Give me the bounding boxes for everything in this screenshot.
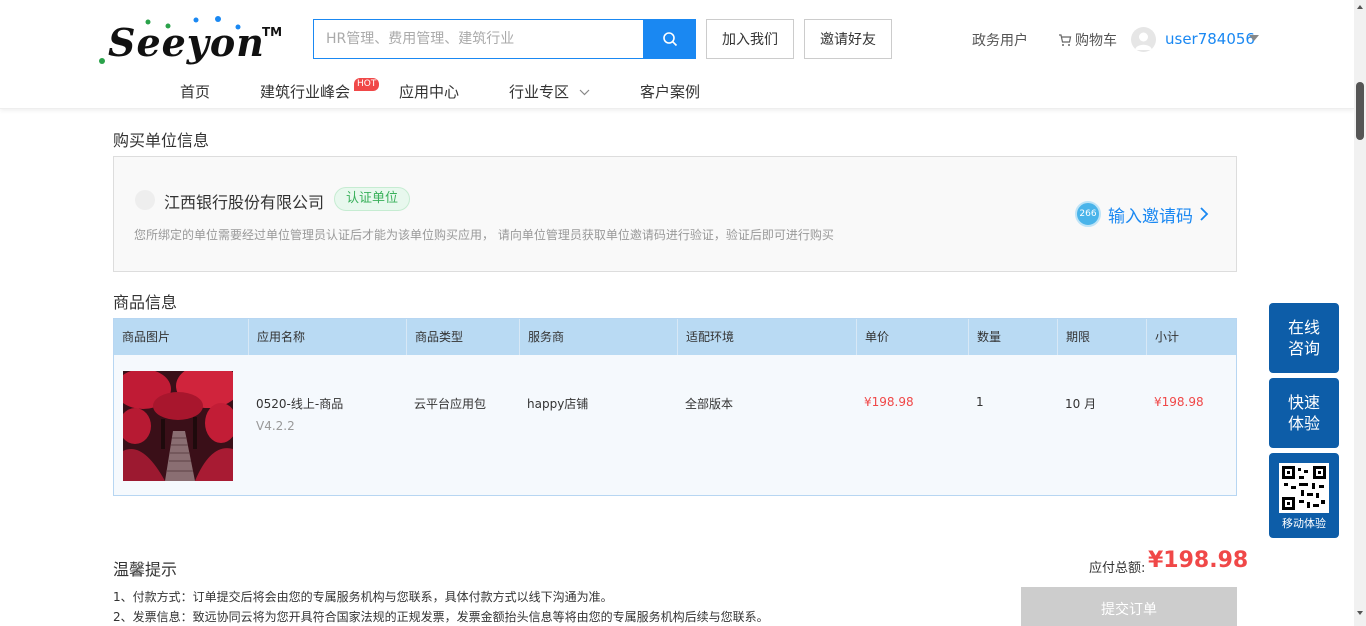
- table-header: 商品图片 应用名称 商品类型 服务商 适配环境 单价 数量 期限 小计: [114, 319, 1236, 355]
- nav-app-center[interactable]: 应用中心: [399, 81, 459, 102]
- user-avatar[interactable]: [1131, 27, 1156, 52]
- product-version: V4.2.2: [256, 419, 295, 433]
- column-header: 服务商: [520, 319, 678, 355]
- invite-friends-button[interactable]: 邀请好友: [804, 19, 892, 59]
- invite-code-label: 输入邀请码: [1108, 206, 1193, 227]
- seeyon-logo[interactable]: Seeyon TM: [98, 14, 283, 66]
- username-link[interactable]: user784056: [1165, 30, 1255, 48]
- search-input[interactable]: [314, 20, 644, 58]
- enter-invite-code-link[interactable]: 266 输入邀请码: [1075, 201, 1209, 227]
- column-header: 期限: [1058, 319, 1147, 355]
- company-name: 江西银行股份有限公司: [164, 193, 325, 212]
- product-image[interactable]: [123, 371, 233, 481]
- column-header: 应用名称: [249, 319, 407, 355]
- column-header: 适配环境: [678, 319, 857, 355]
- company-note: 您所绑定的单位需要经过单位管理员认证后才能为该单位购买应用， 请向单位管理员获取…: [134, 228, 834, 242]
- tip-line: 1、付款方式：订单提交后将会由您的专属服务机构与您联系，具体付款方式以线下沟通为…: [113, 590, 613, 604]
- join-us-button[interactable]: 加入我们: [706, 19, 794, 59]
- submit-order-button[interactable]: 提交订单: [1021, 587, 1237, 626]
- site-header: Seeyon TM 加入我们 邀请好友 政务用户 购物车: [0, 0, 1354, 109]
- cart-icon: [1059, 34, 1072, 46]
- online-consult-label: 在线咨询: [1287, 318, 1320, 358]
- total-value: ¥198.98: [1148, 548, 1249, 573]
- scrollbar-thumb[interactable]: [1356, 82, 1364, 140]
- nav-construction-summit[interactable]: 建筑行业峰会: [260, 81, 350, 102]
- product-quantity: 1: [976, 395, 984, 409]
- online-consult-button[interactable]: 在线咨询: [1269, 303, 1339, 373]
- quick-trial-button[interactable]: 快速体验: [1269, 378, 1339, 448]
- product-name-cell: 0520-线上-商品 V4.2.2: [256, 395, 343, 433]
- mobile-trial-label: 移动体验: [1282, 516, 1326, 530]
- company-logo: [135, 190, 155, 210]
- product-name[interactable]: 0520-线上-商品: [256, 395, 343, 412]
- product-section-title: 商品信息: [113, 293, 178, 312]
- company-card: 江西银行股份有限公司 认证单位 您所绑定的单位需要经过单位管理员认证后才能为该单…: [113, 156, 1237, 272]
- total-label: 应付总额:: [1089, 561, 1146, 576]
- caret-down-icon[interactable]: [1249, 35, 1259, 42]
- cart-label: 购物车: [1075, 33, 1117, 49]
- column-header: 单价: [857, 319, 969, 355]
- scroll-down-arrow-icon[interactable]: [1354, 606, 1366, 620]
- column-header: 数量: [969, 319, 1058, 355]
- certified-badge: 认证单位: [334, 187, 411, 211]
- logo-wordmark: Seeyon: [108, 20, 265, 65]
- order-page: Seeyon TM 加入我们 邀请好友 政务用户 购物车: [0, 0, 1366, 626]
- mobile-trial-button[interactable]: 移动体验: [1269, 453, 1339, 538]
- product-type: 云平台应用包: [414, 397, 487, 411]
- column-header: 小计: [1155, 330, 1180, 344]
- tip-line: 2、发票信息：致远协同云将为您开具符合国家法规的正规发票，发票金额抬头信息等将由…: [113, 610, 769, 624]
- qr-code-icon: [1279, 462, 1329, 513]
- product-table: 商品图片 应用名称 商品类型 服务商 适配环境 单价 数量 期限 小计 0520…: [113, 318, 1237, 496]
- product-vendor: happy店铺: [527, 397, 589, 411]
- product-subtotal: ¥198.98: [1154, 395, 1204, 409]
- gov-user-link[interactable]: 政务用户: [972, 30, 1028, 50]
- product-term: 10 月: [1065, 397, 1097, 411]
- column-header: 商品类型: [407, 319, 520, 355]
- nav-industry-zone[interactable]: 行业专区: [509, 81, 569, 102]
- nav-home[interactable]: 首页: [180, 81, 210, 102]
- search-button[interactable]: [643, 19, 696, 59]
- buyer-section-title: 购买单位信息: [113, 131, 210, 150]
- invite-code-icon: 266: [1075, 201, 1101, 227]
- cart-link[interactable]: 购物车: [1058, 30, 1117, 50]
- tips-title: 温馨提示: [113, 560, 178, 579]
- product-unit-price: ¥198.98: [864, 395, 914, 409]
- quick-trial-label: 快速体验: [1287, 393, 1320, 433]
- chevron-down-icon: [579, 89, 590, 96]
- nav-customer-cases[interactable]: 客户案例: [640, 81, 700, 102]
- product-env: 全部版本: [685, 397, 734, 411]
- logo-trademark: TM: [262, 25, 283, 39]
- chevron-right-icon: [1200, 207, 1209, 221]
- column-header: 商品图片: [114, 319, 249, 355]
- search-box: [313, 19, 696, 59]
- search-icon: [662, 32, 677, 47]
- hot-badge: HOT: [354, 78, 380, 91]
- scroll-up-arrow-icon[interactable]: [1354, 0, 1366, 14]
